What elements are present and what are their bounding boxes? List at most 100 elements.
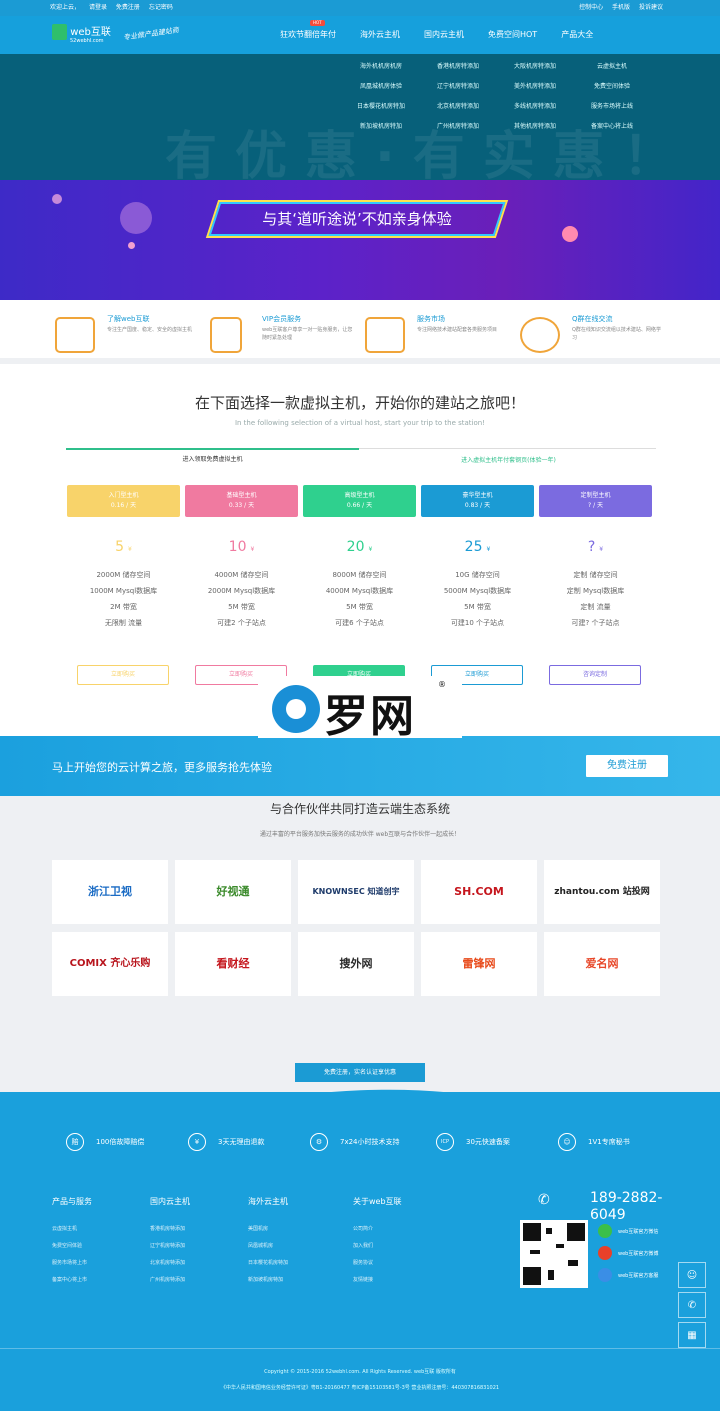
features-strip: 了解web互联 专注生产国度、稳定、安全的虚拟主机 VIP会员服务 web互联客…: [0, 300, 720, 364]
dropdown-link[interactable]: 美外机房特添加: [499, 82, 571, 92]
footer-link[interactable]: 备案中心将上市: [52, 1272, 92, 1289]
forgot-password-link[interactable]: 忘记密码: [149, 4, 173, 11]
plan-header: 入门型主机 0.16 / 天: [67, 485, 180, 517]
plan-card-custom: 定制型主机 ? / 天 ? ¥ 定制 储存空间 定制 Mysql数据库 定制 流量 …: [539, 485, 652, 685]
site-logo[interactable]: web互联 52webhl.com: [52, 24, 111, 44]
feedback-link[interactable]: 投诉建议: [639, 4, 663, 11]
footer-link[interactable]: 美国机房: [248, 1221, 288, 1238]
nav-item-free-space[interactable]: 免费空间HOT: [488, 16, 537, 54]
nav-item-promo[interactable]: 狂欢节翻倍年付 HOT: [280, 16, 336, 54]
footer-link[interactable]: 辽宁机房特添加: [150, 1238, 190, 1255]
dropdown-link[interactable]: 北京机房特添加: [422, 102, 494, 112]
footer-link[interactable]: 服务市场将上市: [52, 1255, 92, 1272]
video-icon: [55, 317, 95, 353]
qr-float-button[interactable]: ▦: [678, 1322, 706, 1348]
feature-desc: 专注生产国度、稳定、安全的虚拟主机: [107, 327, 193, 333]
price-value: 5: [115, 539, 125, 555]
free-register-button[interactable]: 免费注册，实名认证享优惠: [295, 1063, 425, 1082]
spec: 2M 带宽: [110, 603, 137, 611]
chat-icon: [520, 317, 560, 353]
footer-link[interactable]: 广州机房特添加: [150, 1272, 190, 1289]
price-unit: ¥: [368, 546, 373, 553]
footer-link[interactable]: 服务协议: [353, 1255, 402, 1272]
partner-logo[interactable]: 好视通: [175, 860, 291, 924]
social-label: web互联官方客服: [618, 1272, 659, 1279]
plan-price: 25 ¥: [421, 539, 534, 555]
dropdown-link[interactable]: 大阪机房特添加: [499, 62, 571, 72]
spec: 无限制 流量: [104, 619, 143, 627]
partner-logo[interactable]: 看财经: [175, 932, 291, 996]
spec: 可建6 个子站点: [335, 619, 384, 627]
register-link[interactable]: 免费注册: [116, 4, 140, 11]
login-link[interactable]: 请登录: [89, 4, 107, 11]
feature-qgroup[interactable]: Q群在线交流 Q群在线知识交流组以技术建站、网络学习: [520, 314, 670, 358]
buy-button[interactable]: 立即购买: [77, 665, 169, 685]
partner-logo[interactable]: KNOWNSEC 知道创宇: [298, 860, 414, 924]
qq-icon: [598, 1268, 612, 1282]
footer-link[interactable]: 日本樱花机房特加: [248, 1255, 288, 1272]
dropdown-link[interactable]: 多线机房特添加: [499, 102, 571, 112]
hero-banner[interactable]: 与其‘道听途说’不如亲身体验: [0, 180, 720, 300]
hotline-number: 189-2882-6049: [590, 1190, 663, 1223]
dropdown-link[interactable]: 服务市场将上线: [576, 102, 648, 112]
spec: 5M 带宽: [464, 603, 491, 611]
dropdown-link[interactable]: 凤凰城机房体验: [345, 82, 417, 92]
dropdown-link[interactable]: 辽宁机房特添加: [422, 82, 494, 92]
tab-label: 进入领取免费虚拟主机: [182, 456, 243, 463]
dropdown-link[interactable]: 日本樱花机房特加: [345, 102, 417, 112]
price-unit: ¥: [128, 546, 132, 553]
dropdown-link[interactable]: 广州机房特添加: [422, 122, 494, 132]
feature-about[interactable]: 了解web互联 专注生产国度、稳定、安全的虚拟主机: [55, 314, 205, 358]
control-center-link[interactable]: 控制中心: [579, 4, 603, 11]
store-icon: [365, 317, 405, 353]
nav-item-domestic[interactable]: 国内云主机: [424, 16, 464, 54]
dropdown-link[interactable]: 新加坡机房特加: [345, 122, 417, 132]
feature-vip[interactable]: VIP会员服务 web互联客户尊享一对一贴身服务，让您随时紧急处理: [210, 314, 360, 358]
spec: 5M 带宽: [228, 603, 255, 611]
tab-free-host[interactable]: 进入领取免费虚拟主机: [66, 448, 359, 463]
partner-logo[interactable]: 爱名网: [544, 932, 660, 996]
dropdown-link[interactable]: 海外机机房机房: [345, 62, 417, 72]
footer-link[interactable]: 凤凰城机房: [248, 1238, 288, 1255]
footer-link[interactable]: 云虚拟主机: [52, 1221, 92, 1238]
dropdown-link[interactable]: 香港机房特添加: [422, 62, 494, 72]
qq-float-button[interactable]: ☺: [678, 1262, 706, 1288]
footer-link[interactable]: 北京机房特添加: [150, 1255, 190, 1272]
dropdown-link[interactable]: 备案中心将上线: [576, 122, 648, 132]
partner-logo[interactable]: SH.COM: [421, 860, 537, 924]
social-wechat[interactable]: web互联官方微信: [598, 1224, 658, 1238]
footer-link[interactable]: 加入我们: [353, 1238, 402, 1255]
feature-market[interactable]: 服务市场 专注网络技术建站配套各类服务项目: [365, 314, 515, 358]
mobile-link[interactable]: 手机版: [612, 4, 630, 11]
price-value: 25: [464, 539, 483, 555]
footer-link[interactable]: 新加坡机房特加: [248, 1272, 288, 1289]
hot-badge: HOT: [310, 20, 325, 26]
dropdown-link[interactable]: 云虚拟主机: [576, 62, 648, 72]
dropdown-link[interactable]: 其他机房特添加: [499, 122, 571, 132]
dropdown-link[interactable]: 免费空间体验: [576, 82, 648, 92]
feature-desc: web互联客户尊享一对一贴身服务，让您随时紧急处理: [262, 327, 353, 341]
partner-logo[interactable]: zhantou.com 站投网: [544, 860, 660, 924]
plan-card-starter: 入门型主机 0.16 / 天 5 ¥ 2000M 储存空间 1000M Mysql数…: [67, 485, 180, 685]
footer-link[interactable]: 香港机房特添加: [150, 1221, 190, 1238]
spec: 可建? 个子站点: [571, 619, 620, 627]
tab-yearly-host[interactable]: 进入虚拟主机年付套钢页(体验一年): [361, 455, 656, 464]
feature-title: VIP会员服务: [262, 315, 302, 323]
feature-title: Q群在线交流: [572, 315, 613, 323]
partner-logo[interactable]: 浙江卫视: [52, 860, 168, 924]
nav-item-overseas[interactable]: 海外云主机: [360, 16, 400, 54]
phone-float-button[interactable]: ✆: [678, 1292, 706, 1318]
plan-per-day: 0.16 / 天: [110, 502, 137, 509]
partner-logo[interactable]: COMIX 齐心乐购: [52, 932, 168, 996]
consult-button[interactable]: 咨询定制: [549, 665, 641, 685]
register-button[interactable]: 免费注册: [586, 755, 668, 777]
qr-module: [556, 1244, 564, 1248]
footer-link[interactable]: 免费空间体验: [52, 1238, 92, 1255]
footer-link[interactable]: 公司简介: [353, 1221, 402, 1238]
nav-item-all-products[interactable]: 产品大全: [561, 16, 593, 54]
partner-logo[interactable]: 搜外网: [298, 932, 414, 996]
partner-logo[interactable]: 雷锋网: [421, 932, 537, 996]
social-service[interactable]: web互联官方客服: [598, 1268, 658, 1282]
footer-link[interactable]: 友情链接: [353, 1272, 402, 1289]
social-weibo[interactable]: web互联官方微博: [598, 1246, 658, 1260]
